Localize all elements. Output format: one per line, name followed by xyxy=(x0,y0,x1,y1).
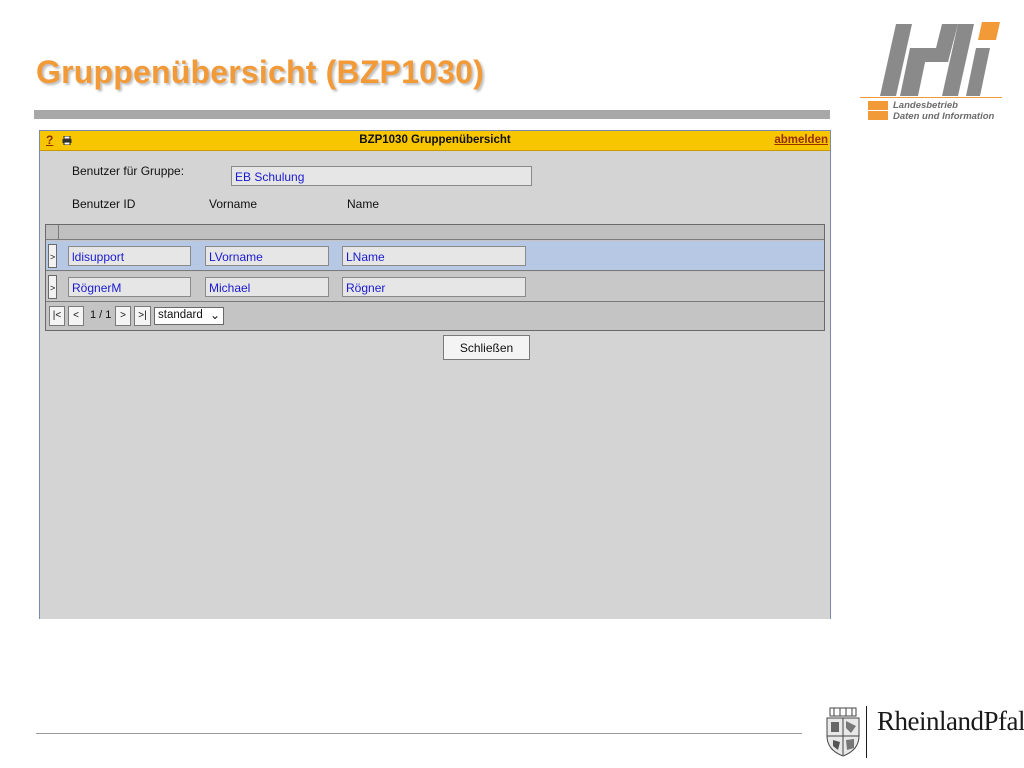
view-select[interactable]: standard ⌄ xyxy=(154,307,224,325)
user-grid: > ldisupport LVorname LName > RögnerM Mi… xyxy=(45,224,825,331)
logo-square-1 xyxy=(868,101,888,110)
logo-caption-line1: Landesbetrieb xyxy=(893,100,958,111)
table-row[interactable]: > RögnerM Michael Rögner xyxy=(46,272,824,302)
slide-title: Gruppenübersicht (BZP1030) xyxy=(36,54,484,90)
logo-caption-line2: Daten und Information xyxy=(893,111,995,122)
row-select-button[interactable]: > xyxy=(48,275,57,299)
row-user-id-field[interactable]: RögnerM xyxy=(68,277,191,297)
pager: |< < 1 / 1 > >| standard ⌄ xyxy=(46,303,824,330)
app-window: ? BZP1030 Gruppenübersicht abmelden Benu… xyxy=(39,130,831,619)
rheinland-pfalz-wordmark: RheinlandPfalz xyxy=(877,706,1024,736)
title-rule xyxy=(34,110,830,119)
grid-header-selector xyxy=(46,225,59,239)
view-select-value: standard xyxy=(158,309,203,321)
next-page-button[interactable]: > xyxy=(115,306,131,326)
close-button-label: Schließen xyxy=(459,341,514,355)
column-header-last-name: Name xyxy=(347,197,380,211)
logo-caption: Landesbetrieb Daten und Information xyxy=(893,100,994,122)
grid-header xyxy=(46,225,824,240)
row-first-name-field[interactable]: Michael xyxy=(205,277,329,297)
footer-logo-divider xyxy=(866,706,867,758)
first-page-button[interactable]: |< xyxy=(49,306,65,326)
logout-link[interactable]: abmelden xyxy=(774,134,828,146)
row-select-button[interactable]: > xyxy=(48,244,57,268)
footer-rule xyxy=(36,733,802,734)
coat-of-arms-icon xyxy=(826,707,860,757)
prev-page-button[interactable]: < xyxy=(68,306,84,326)
group-field[interactable]: EB Schulung xyxy=(231,166,532,186)
table-row[interactable]: > ldisupport LVorname LName xyxy=(46,241,824,271)
chevron-down-icon: ⌄ xyxy=(209,308,220,322)
row-user-id-field[interactable]: ldisupport xyxy=(68,246,191,266)
close-button[interactable]: Schließen xyxy=(443,335,530,360)
logo-square-2 xyxy=(868,111,888,120)
app-title: BZP1030 Gruppenübersicht xyxy=(359,134,511,146)
page-indicator: 1 / 1 xyxy=(90,309,112,321)
logo-rule xyxy=(860,97,1002,98)
row-first-name-field[interactable]: LVorname xyxy=(205,246,329,266)
last-page-button[interactable]: >| xyxy=(134,306,151,326)
app-titlebar: ? BZP1030 Gruppenübersicht abmelden xyxy=(40,131,830,151)
row-last-name-field[interactable]: LName xyxy=(342,246,526,266)
row-last-name-field[interactable]: Rögner xyxy=(342,277,526,297)
column-header-first-name: Vorname xyxy=(209,197,258,211)
group-label: Benutzer für Gruppe: xyxy=(72,164,185,178)
column-header-user-id: Benutzer ID xyxy=(72,197,136,211)
